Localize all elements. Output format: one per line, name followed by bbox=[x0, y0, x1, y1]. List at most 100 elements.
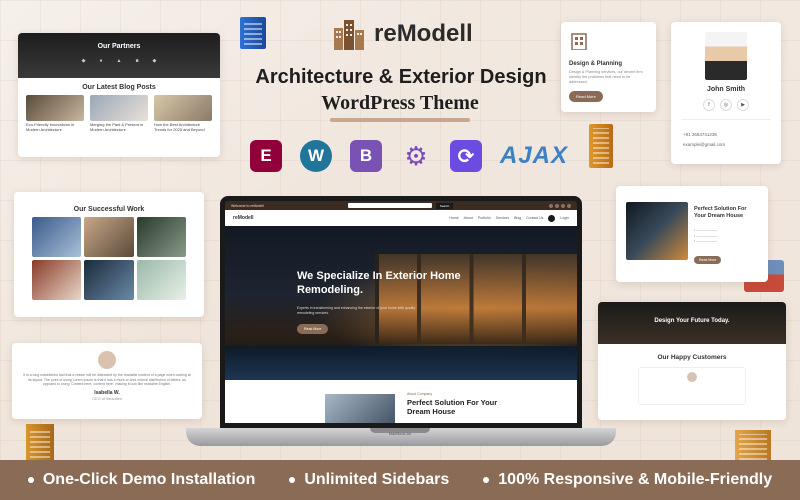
social-links: f ◎ ▶ bbox=[671, 99, 781, 111]
testimonial-text: It is a long established fact that a rea… bbox=[23, 373, 191, 387]
instagram-icon[interactable]: ◎ bbox=[720, 99, 732, 111]
hero-read-more-button[interactable]: Read More bbox=[297, 324, 329, 334]
about-image bbox=[626, 202, 688, 260]
work-image[interactable] bbox=[32, 260, 82, 300]
read-more-button[interactable]: Read More bbox=[569, 90, 603, 102]
partner-logo-icon: ◆ bbox=[81, 58, 86, 64]
social-icon[interactable] bbox=[549, 203, 553, 208]
blog-post-title: How the Best Architecture Trends for 202… bbox=[154, 122, 205, 132]
site-about-section: About Company Perfect Solution For Your … bbox=[225, 380, 577, 423]
testimonial-card: It is a long established fact that a rea… bbox=[12, 343, 202, 419]
brand-name: reModell bbox=[374, 20, 473, 47]
partner-logo-icon: ◆ bbox=[152, 58, 157, 64]
nav-item-home[interactable]: Home bbox=[449, 216, 458, 220]
blog-post-image bbox=[26, 95, 84, 121]
customers-title: Our Happy Customers bbox=[657, 354, 727, 361]
feature-label: Unlimited Sidebars bbox=[304, 471, 450, 488]
work-image[interactable] bbox=[136, 217, 186, 257]
partners-blog-card: Our Partners ◆ ● ▲ ■ ◆ Our Latest Blog P… bbox=[18, 33, 220, 157]
building-icon bbox=[571, 33, 587, 51]
customers-hero-text: Design Your Future Today. bbox=[598, 302, 786, 344]
team-member-photo bbox=[705, 32, 747, 80]
user-icon[interactable] bbox=[548, 214, 556, 222]
feature-item: 100% Responsive & Mobile-Friendly bbox=[483, 471, 772, 489]
page-subtitle: WordPress Theme bbox=[321, 92, 479, 114]
office-building-icon bbox=[735, 430, 771, 464]
team-member-name: John Smith bbox=[706, 86, 746, 93]
site-brand[interactable]: reModell bbox=[233, 215, 254, 221]
read-more-button[interactable]: Read More bbox=[694, 256, 722, 264]
work-image[interactable] bbox=[84, 217, 134, 257]
design-planning-card: Design & Planning Design & Planning serv… bbox=[561, 22, 656, 112]
elementor-icon: E bbox=[250, 140, 282, 172]
building-icon bbox=[26, 424, 54, 462]
social-icons bbox=[549, 203, 571, 208]
nav-item-services[interactable]: Services bbox=[496, 216, 509, 220]
service-desc: Design & Planning services, our decent f… bbox=[569, 70, 643, 84]
blog-post-image bbox=[154, 95, 212, 121]
about-image bbox=[325, 394, 395, 423]
work-image[interactable] bbox=[136, 260, 186, 300]
about-title: Perfect Solution For Your Dream House bbox=[694, 206, 747, 219]
nav-item-contact[interactable]: Contact Us bbox=[526, 216, 543, 220]
subtitle-underline bbox=[330, 118, 470, 122]
work-image[interactable] bbox=[84, 260, 134, 300]
orange-building-icon bbox=[589, 124, 613, 168]
page-title: Architecture & Exterior Design bbox=[255, 66, 547, 88]
blog-post[interactable]: How the Best Architecture Trends for 202… bbox=[154, 95, 212, 133]
partner-logo-icon: ▲ bbox=[116, 58, 122, 64]
service-title: Design & Planning bbox=[569, 61, 623, 67]
work-gallery bbox=[14, 213, 204, 304]
bullet-icon bbox=[27, 477, 34, 483]
hero-house-image bbox=[375, 254, 577, 344]
laptop-model-label: MacBook Air bbox=[388, 431, 412, 436]
work-image[interactable] bbox=[32, 217, 82, 257]
search-button[interactable]: Search bbox=[435, 202, 454, 209]
bootstrap-icon: B bbox=[350, 140, 382, 172]
social-icon[interactable] bbox=[555, 203, 559, 208]
facebook-icon[interactable]: f bbox=[703, 99, 715, 111]
site-hero: We Specialize In Exterior Home Remodelin… bbox=[225, 226, 577, 380]
feature-item: Unlimited Sidebars bbox=[289, 471, 449, 489]
welcome-text: Welcome to reModell bbox=[231, 203, 264, 208]
partners-title: Our Partners bbox=[97, 43, 141, 50]
blog-title: Our Latest Blog Posts bbox=[82, 84, 156, 91]
hero-heading: We Specialize In Exterior Home Remodelin… bbox=[297, 270, 461, 296]
avatar bbox=[687, 372, 697, 382]
tech-stack: E W B ⚙ ⟳ AJAX bbox=[250, 140, 568, 172]
nav-item-blog[interactable]: Blog bbox=[514, 216, 521, 220]
happy-customers-card: Design Your Future Today. Our Happy Cust… bbox=[598, 302, 786, 420]
testimonial-role: CEO of Beauties bbox=[92, 396, 122, 402]
wordpress-icon: W bbox=[300, 140, 332, 172]
partner-logo-icon: ● bbox=[99, 58, 103, 64]
social-icon[interactable] bbox=[561, 203, 565, 208]
blue-building-icon bbox=[240, 17, 266, 49]
about-company-card: Perfect Solution For Your Dream House ▪ … bbox=[616, 186, 768, 282]
building-logo-icon bbox=[332, 18, 366, 50]
nav-item-login[interactable]: Login bbox=[560, 216, 569, 220]
refresh-icon: ⟳ bbox=[450, 140, 482, 172]
feature-label: 100% Responsive & Mobile-Friendly bbox=[498, 471, 773, 488]
nav-item-about[interactable]: About bbox=[464, 216, 473, 220]
blog-post[interactable]: Merging the Past & Present in Modern Arc… bbox=[90, 95, 148, 133]
features-bar: One-Click Demo Installation Unlimited Si… bbox=[0, 460, 800, 500]
hero-desc: Experts in transforming and enhancing th… bbox=[297, 306, 416, 315]
search-input[interactable] bbox=[347, 203, 432, 208]
feature-item: One-Click Demo Installation bbox=[27, 471, 256, 489]
blog-post[interactable]: Eco-Friendly Innovations in Modern Archi… bbox=[26, 95, 84, 133]
redux-icon: ⚙ bbox=[404, 140, 428, 171]
feature-label: One-Click Demo Installation bbox=[42, 471, 256, 488]
about-title: Perfect Solution For Your Dream House bbox=[407, 398, 498, 416]
successful-work-card: Our Successful Work bbox=[14, 192, 204, 317]
youtube-icon[interactable]: ▶ bbox=[737, 99, 749, 111]
nav-item-portfolio[interactable]: Portfolio bbox=[478, 216, 491, 220]
social-icon[interactable] bbox=[567, 203, 571, 208]
blog-post-title: Eco-Friendly Innovations in Modern Archi… bbox=[26, 122, 75, 132]
about-label: About Company bbox=[407, 392, 433, 396]
laptop-screen: Welcome to reModell Search reModell Home… bbox=[220, 196, 582, 428]
work-title: Our Successful Work bbox=[73, 206, 145, 213]
site-nav: reModell Home About Portfolio Services B… bbox=[225, 210, 577, 226]
bullet-icon bbox=[289, 477, 296, 483]
brand-logo: reModell bbox=[332, 18, 473, 50]
site-top-bar: Welcome to reModell Search bbox=[225, 201, 577, 210]
